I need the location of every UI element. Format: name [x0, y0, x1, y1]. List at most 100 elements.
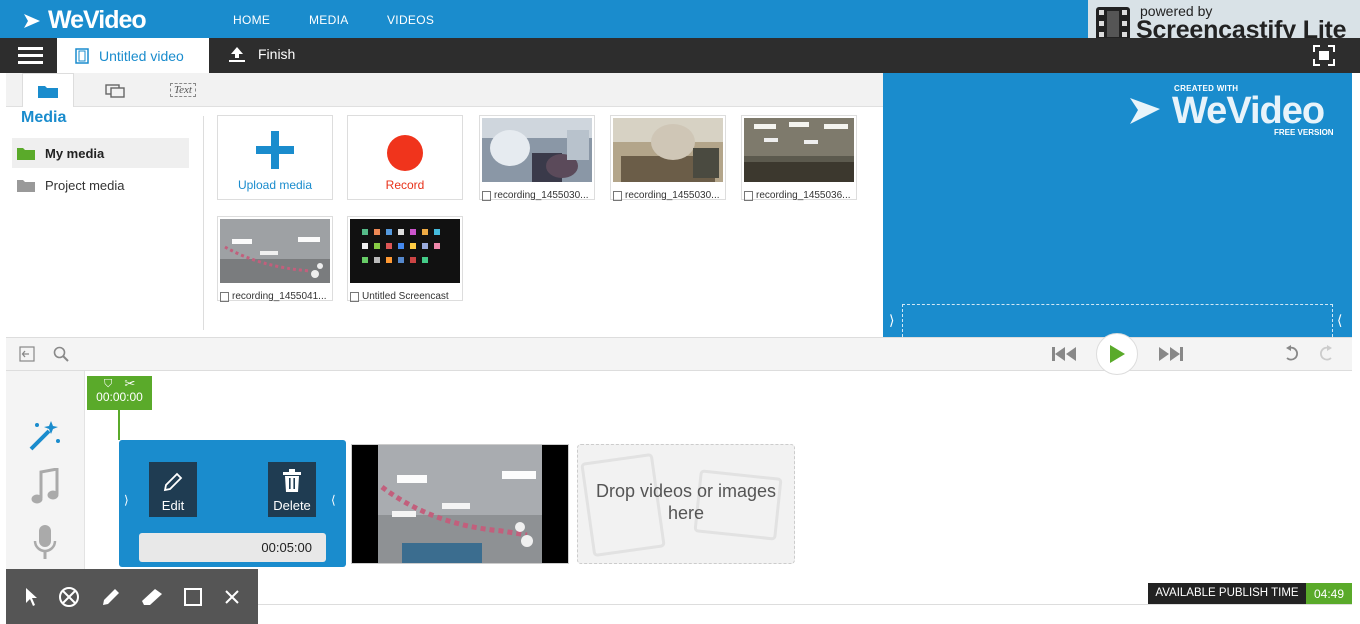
- collapse-panel-icon[interactable]: [19, 346, 35, 362]
- pencil-icon: [163, 472, 183, 492]
- film-icon: [350, 291, 359, 302]
- project-title-tab[interactable]: Untitled video: [57, 38, 209, 73]
- clip-trim-left-handle[interactable]: ⟩: [124, 493, 129, 507]
- project-title: Untitled video: [99, 47, 184, 64]
- transitions-icon: [105, 84, 125, 98]
- tab-transitions[interactable]: [90, 73, 140, 107]
- film-icon: [75, 47, 89, 64]
- watermark-logo: WeVideo: [1172, 90, 1325, 132]
- media-item[interactable]: recording_1455030...: [610, 115, 726, 201]
- tab-text-label: Text: [170, 83, 196, 97]
- drop-zone-text: Drop videos or images here: [595, 481, 777, 523]
- media-folder-icon: [38, 85, 58, 98]
- media-caption: recording_1455041...: [232, 291, 327, 302]
- wevideo-logo[interactable]: WeVideo: [22, 6, 147, 35]
- video-thumbnail: [220, 219, 330, 283]
- publish-time-value: 04:49: [1306, 583, 1352, 604]
- plus-icon: [256, 131, 294, 169]
- sidebar-item-label: My media: [45, 145, 105, 161]
- play-icon: [1110, 345, 1125, 363]
- cursor-icon[interactable]: [24, 587, 38, 607]
- timeline-bottom-divider: [258, 604, 1352, 605]
- nav-media-link[interactable]: MEDIA: [309, 13, 349, 27]
- undo-icon[interactable]: [1283, 345, 1299, 363]
- chevron-right-icon[interactable]: ⟩: [889, 312, 894, 329]
- media-caption: Untitled Screencast: [362, 291, 449, 302]
- sidebar-item-project-media[interactable]: Project media: [12, 170, 189, 200]
- finish-label: Finish: [258, 46, 296, 62]
- annotation-toolbar: [6, 569, 258, 624]
- watermark-free-version: FREE VERSION: [1274, 128, 1334, 137]
- tab-text[interactable]: Text: [160, 73, 206, 107]
- upload-arrow-icon: [229, 47, 245, 62]
- skip-forward-icon[interactable]: [1159, 347, 1183, 361]
- video-thumbnail: [613, 118, 723, 182]
- media-heading: Media: [21, 109, 67, 126]
- search-icon[interactable]: [53, 346, 69, 362]
- upload-media-label: Upload media: [237, 178, 313, 192]
- marker-shield-icon: ⛉: [103, 378, 113, 390]
- finish-button[interactable]: Finish: [228, 45, 295, 63]
- magic-wand-icon[interactable]: [27, 417, 63, 453]
- sidebar-divider: [203, 116, 204, 330]
- video-thumbnail: [482, 118, 592, 182]
- media-caption: recording_1455030...: [625, 190, 720, 201]
- video-thumbnail: [744, 118, 854, 182]
- microphone-icon[interactable]: [33, 525, 57, 561]
- playhead-icons: ⛉ ✂: [87, 378, 152, 390]
- chevron-left-icon[interactable]: ⟨: [1337, 312, 1342, 329]
- wevideo-logo-icon: [24, 13, 40, 28]
- media-item[interactable]: recording_1455041...: [217, 216, 333, 302]
- watermark-logo-icon: [1130, 98, 1160, 124]
- clip-duration[interactable]: 00:05:00: [139, 533, 326, 562]
- film-icon: [613, 190, 622, 201]
- media-item[interactable]: recording_1455030...: [479, 115, 595, 201]
- play-button[interactable]: [1096, 333, 1138, 375]
- film-icon: [482, 190, 491, 201]
- green-folder-icon: [17, 147, 35, 160]
- upload-media-button[interactable]: Upload media: [217, 115, 333, 200]
- eraser-icon[interactable]: [141, 588, 163, 606]
- film-icon: [220, 291, 229, 302]
- scissors-icon[interactable]: ✂: [124, 378, 135, 390]
- music-note-icon[interactable]: [31, 468, 59, 506]
- media-caption: recording_1455036...: [756, 190, 851, 201]
- trash-icon: [283, 469, 301, 492]
- spotlight-off-icon[interactable]: [58, 586, 80, 608]
- media-item[interactable]: Untitled Screencast: [347, 216, 463, 302]
- delete-label: Delete: [273, 498, 311, 513]
- media-caption: recording_1455030...: [494, 190, 589, 201]
- clip-thumbnail: [352, 445, 568, 563]
- gray-folder-icon: [17, 179, 35, 192]
- film-icon: [744, 190, 753, 201]
- screencast-thumbnail: [350, 219, 460, 283]
- rectangle-tool-icon[interactable]: [183, 587, 203, 607]
- edit-clip-button[interactable]: Edit: [149, 462, 197, 517]
- sidebar-item-label: Project media: [45, 177, 125, 193]
- pen-icon[interactable]: [101, 587, 121, 607]
- media-item[interactable]: recording_1455036...: [741, 115, 857, 201]
- playback-control-bar: [6, 337, 1352, 371]
- record-button[interactable]: Record: [347, 115, 463, 200]
- nav-videos-link[interactable]: VIDEOS: [387, 13, 434, 27]
- film-strip-icon: [1096, 7, 1130, 41]
- hamburger-menu-icon[interactable]: [18, 47, 43, 64]
- publish-time-label: AVAILABLE PUBLISH TIME: [1148, 583, 1306, 604]
- record-label: Record: [385, 178, 425, 192]
- close-icon[interactable]: [224, 589, 240, 605]
- clip-trim-right-handle[interactable]: ⟨: [331, 493, 336, 507]
- edit-label: Edit: [161, 498, 185, 513]
- record-icon: [387, 135, 423, 171]
- timeline-clip[interactable]: [351, 444, 569, 564]
- playhead-time: 00:00:00: [96, 390, 143, 404]
- fullscreen-icon[interactable]: [1313, 45, 1335, 66]
- tab-media[interactable]: [22, 73, 74, 107]
- skip-back-icon[interactable]: [1052, 347, 1076, 361]
- delete-clip-button[interactable]: Delete: [268, 462, 316, 517]
- playhead-marker[interactable]: ⛉ ✂ 00:00:00: [87, 376, 152, 410]
- nav-home-link[interactable]: HOME: [233, 13, 270, 27]
- redo-icon[interactable]: [1319, 345, 1335, 363]
- logo-text: WeVideo: [48, 6, 147, 34]
- sidebar-item-my-media[interactable]: My media: [12, 138, 189, 168]
- playhead-line: [118, 410, 120, 440]
